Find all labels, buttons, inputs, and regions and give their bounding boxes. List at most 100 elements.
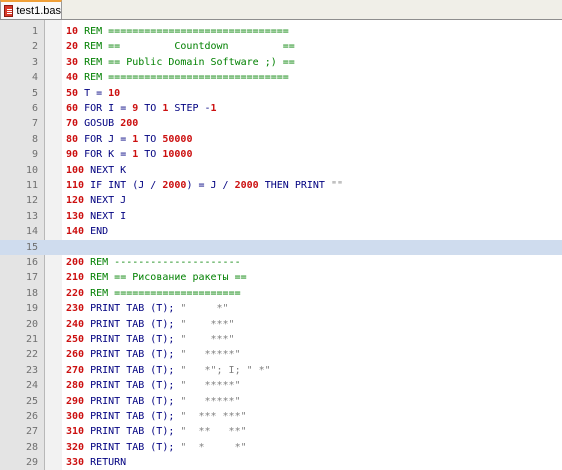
token-kw: T = bbox=[78, 87, 109, 99]
code-text: 30 REM == Public Domain Software ;) == bbox=[66, 55, 295, 70]
token-str: "" bbox=[330, 180, 343, 191]
line-number: 18 bbox=[25, 287, 38, 299]
token-kw: THEN PRINT bbox=[258, 180, 331, 191]
code-text: 140 END bbox=[66, 224, 108, 239]
line-number: 17 bbox=[25, 272, 38, 284]
token-kw: PRINT TAB (T); bbox=[84, 349, 181, 361]
token-str: " ** **" bbox=[180, 426, 247, 438]
code-line[interactable]: 25 290 PRINT TAB (T); " *****" bbox=[0, 394, 562, 409]
line-number: 13 bbox=[25, 210, 38, 222]
code-line[interactable]: 16 200 REM --------------------- bbox=[0, 255, 562, 270]
token-num: 50000 bbox=[162, 133, 193, 145]
code-line[interactable]: 8 80 FOR J = 1 TO 50000 bbox=[0, 132, 562, 147]
token-str: " ***" bbox=[180, 318, 235, 330]
code-text: 330 RETURN bbox=[66, 455, 126, 470]
token-kw: PRINT TAB (T); bbox=[84, 303, 181, 315]
code-line[interactable]: 17 210 REM == Рисование ракеты == bbox=[0, 270, 562, 285]
code-line[interactable]: 2 20 REM == Countdown == bbox=[0, 39, 562, 54]
token-num: 2000 bbox=[162, 180, 187, 191]
token-kw: PRINT TAB (T); bbox=[84, 380, 181, 392]
token-rem: REM --------------------- bbox=[90, 257, 241, 268]
code-line[interactable]: 7 70 GOSUB 200 bbox=[0, 116, 562, 131]
token-kw: ) = J / bbox=[186, 180, 235, 191]
code-text: 230 PRINT TAB (T); " *" bbox=[66, 301, 229, 316]
code-line[interactable]: 13 130 NEXT I bbox=[0, 209, 562, 224]
line-number: 29 bbox=[25, 457, 38, 469]
token-num: 140 bbox=[66, 226, 85, 238]
line-number: 28 bbox=[25, 441, 38, 453]
code-line[interactable]: 19 230 PRINT TAB (T); " *" bbox=[0, 301, 562, 316]
token-num: 200 bbox=[120, 118, 139, 130]
line-number: 14 bbox=[25, 226, 38, 238]
code-line[interactable]: 14 140 END bbox=[0, 224, 562, 239]
token-str: " *" bbox=[180, 303, 229, 315]
code-line[interactable]: 3 30 REM == Public Domain Software ;) == bbox=[0, 55, 562, 70]
token-num: 230 bbox=[66, 303, 85, 315]
code-line[interactable]: 29 330 RETURN bbox=[0, 455, 562, 470]
code-line[interactable]: 9 90 FOR K = 1 TO 10000 bbox=[0, 147, 562, 162]
token-num: 270 bbox=[66, 364, 85, 376]
code-text: 320 PRINT TAB (T); " * *" bbox=[66, 440, 247, 455]
token-rem: REM == Countdown == bbox=[84, 41, 295, 53]
token-kw: FOR I = bbox=[78, 103, 133, 114]
token-num: 100 bbox=[66, 164, 85, 176]
line-number: 12 bbox=[25, 195, 38, 207]
code-text: 20 REM == Countdown == bbox=[66, 39, 295, 54]
code-line[interactable]: 15 bbox=[0, 239, 562, 255]
line-number: 4 bbox=[31, 72, 38, 84]
token-kw: GOSUB bbox=[78, 118, 121, 130]
token-str: " * *" bbox=[180, 441, 247, 453]
code-line[interactable]: 11 110 IF INT (J / 2000) = J / 2000 THEN … bbox=[0, 178, 562, 193]
code-line[interactable]: 18 220 REM ===================== bbox=[0, 286, 562, 301]
token-num: 110 bbox=[66, 180, 85, 191]
token-str: " *****" bbox=[180, 349, 241, 361]
token-num: 200 bbox=[66, 257, 85, 268]
code-editor[interactable]: 1 10 REM ============================== 2 2… bbox=[0, 20, 562, 470]
line-number: 22 bbox=[25, 349, 38, 361]
code-line[interactable]: 27 310 PRINT TAB (T); " ** **" bbox=[0, 424, 562, 439]
code-line[interactable]: 10 100 NEXT K bbox=[0, 163, 562, 178]
line-number: 3 bbox=[31, 56, 38, 68]
line-number: 10 bbox=[25, 164, 38, 176]
token-kw: NEXT I bbox=[84, 210, 127, 222]
line-number: 6 bbox=[31, 103, 38, 114]
token-num: 320 bbox=[66, 441, 85, 453]
code-line[interactable]: 26 300 PRINT TAB (T); " *** ***" bbox=[0, 409, 562, 424]
token-num: 10 bbox=[108, 87, 121, 99]
token-str: " *****" bbox=[180, 380, 241, 392]
code-text: 80 FOR J = 1 TO 50000 bbox=[66, 132, 192, 147]
line-number: 26 bbox=[25, 411, 38, 422]
code-text: 60 FOR I = 9 TO 1 STEP -1 bbox=[66, 101, 217, 116]
token-num: 330 bbox=[66, 457, 85, 469]
line-number: 7 bbox=[31, 118, 38, 130]
code-text: 220 REM ===================== bbox=[66, 286, 241, 301]
code-line[interactable]: 20 240 PRINT TAB (T); " ***" bbox=[0, 317, 562, 332]
code-line[interactable]: 21 250 PRINT TAB (T); " ***" bbox=[0, 332, 562, 347]
basic-file-icon bbox=[4, 4, 14, 17]
token-rem: REM == Рисование ракеты == bbox=[90, 272, 247, 284]
token-num: 2000 bbox=[234, 180, 259, 191]
token-rem: REM ===================== bbox=[90, 287, 241, 299]
token-num: 130 bbox=[66, 210, 85, 222]
token-kw: PRINT TAB (T); bbox=[84, 441, 181, 453]
token-num: 210 bbox=[66, 272, 85, 284]
line-number: 19 bbox=[25, 303, 38, 315]
code-line[interactable]: 24 280 PRINT TAB (T); " *****" bbox=[0, 378, 562, 393]
code-line[interactable]: 6 60 FOR I = 9 TO 1 STEP -1 bbox=[0, 101, 562, 116]
token-kw: FOR J = bbox=[78, 133, 133, 145]
code-line[interactable]: 23 270 PRINT TAB (T); " *"; I; " *" bbox=[0, 363, 562, 378]
line-number: 25 bbox=[25, 395, 38, 407]
code-line[interactable]: 22 260 PRINT TAB (T); " *****" bbox=[0, 347, 562, 362]
code-line[interactable]: 1 10 REM ============================== bbox=[0, 24, 562, 39]
token-str: " *** ***" bbox=[180, 411, 247, 422]
code-line[interactable]: 12 120 NEXT J bbox=[0, 193, 562, 208]
tab-test1-bas[interactable]: test1.bas bbox=[0, 0, 62, 19]
line-number: 20 bbox=[25, 318, 38, 330]
code-line[interactable]: 28 320 PRINT TAB (T); " * *" bbox=[0, 440, 562, 455]
line-number: 24 bbox=[25, 380, 38, 392]
line-number: 5 bbox=[31, 87, 38, 99]
code-line[interactable]: 5 50 T = 10 bbox=[0, 86, 562, 101]
token-kw: TO bbox=[138, 103, 163, 114]
code-line[interactable]: 4 40 REM ============================== bbox=[0, 70, 562, 85]
token-num: 90 bbox=[66, 149, 79, 161]
